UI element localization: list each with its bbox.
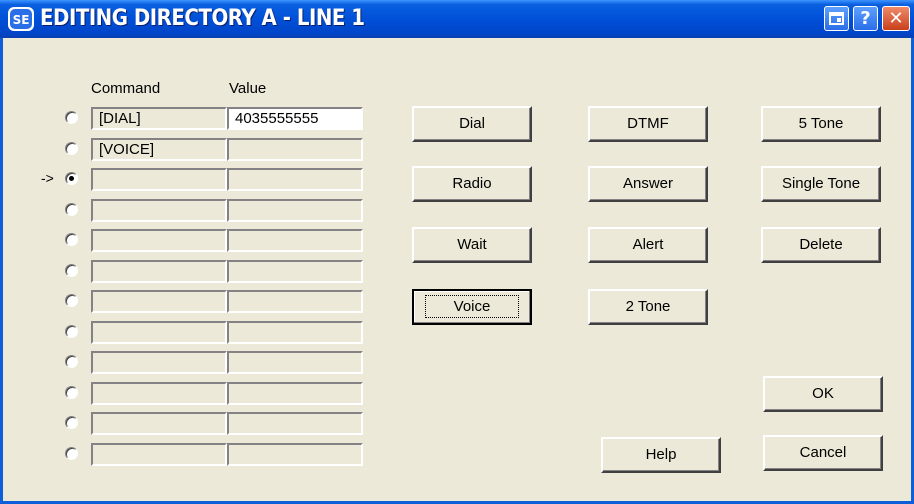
row-select-radio[interactable] — [65, 264, 78, 277]
command-cell[interactable] — [91, 382, 227, 405]
row-select-radio[interactable] — [65, 294, 78, 307]
dtmf-button[interactable]: DTMF — [588, 106, 708, 142]
value-cell[interactable] — [227, 412, 363, 435]
svg-text:SE: SE — [13, 13, 30, 27]
command-cell[interactable] — [91, 229, 227, 252]
two-tone-button[interactable]: 2 Tone — [588, 289, 708, 325]
help-button[interactable]: Help — [601, 437, 721, 473]
voice-button-label: Voice — [424, 295, 520, 318]
row-select-radio[interactable] — [65, 416, 78, 429]
cancel-button[interactable]: Cancel — [763, 435, 883, 471]
value-cell[interactable] — [227, 321, 363, 344]
five-tone-button[interactable]: 5 Tone — [761, 106, 881, 142]
restore-button[interactable] — [824, 6, 849, 31]
command-cell[interactable] — [91, 443, 227, 466]
row-select-radio[interactable] — [65, 233, 78, 246]
close-button[interactable]: ✕ — [882, 6, 910, 31]
window-title: EDITING DIRECTORY A - LINE 1 — [40, 6, 365, 31]
value-column-header: Value — [229, 80, 267, 97]
single-tone-button[interactable]: Single Tone — [761, 166, 881, 202]
row-select-radio[interactable] — [65, 203, 78, 216]
value-cell[interactable] — [227, 199, 363, 222]
command-cell[interactable] — [91, 199, 227, 222]
command-cell[interactable] — [91, 351, 227, 374]
row-select-radio[interactable] — [65, 172, 78, 185]
command-cell[interactable]: [VOICE] — [91, 138, 227, 161]
command-cell[interactable] — [91, 412, 227, 435]
value-cell[interactable] — [227, 351, 363, 374]
delete-button[interactable]: Delete — [761, 227, 881, 263]
restore-icon — [829, 12, 844, 25]
command-cell[interactable] — [91, 168, 227, 191]
voice-button[interactable]: Voice — [412, 289, 532, 325]
value-cell[interactable] — [227, 382, 363, 405]
app-icon: SE — [8, 7, 34, 31]
row-select-radio[interactable] — [65, 142, 78, 155]
ok-button[interactable]: OK — [763, 376, 883, 412]
row-select-radio[interactable] — [65, 111, 78, 124]
row-select-radio[interactable] — [65, 447, 78, 460]
value-cell[interactable] — [227, 168, 363, 191]
title-bar[interactable]: SE EDITING DIRECTORY A - LINE 1 ? ✕ — [0, 0, 914, 38]
radio-button[interactable]: Radio — [412, 166, 532, 202]
command-column-header: Command — [91, 80, 161, 97]
value-cell[interactable] — [227, 443, 363, 466]
value-cell[interactable] — [227, 229, 363, 252]
dial-button[interactable]: Dial — [412, 106, 532, 142]
value-cell[interactable]: 4035555555 — [227, 107, 363, 130]
command-cell[interactable] — [91, 290, 227, 313]
alert-button[interactable]: Alert — [588, 227, 708, 263]
wait-button[interactable]: Wait — [412, 227, 532, 263]
help-title-button[interactable]: ? — [853, 6, 878, 31]
editing-directory-window: SE EDITING DIRECTORY A - LINE 1 ? ✕ Comm… — [0, 0, 914, 504]
answer-button[interactable]: Answer — [588, 166, 708, 202]
selected-row-marker: -> — [41, 170, 54, 186]
value-cell[interactable] — [227, 138, 363, 161]
value-cell[interactable] — [227, 290, 363, 313]
command-cell[interactable]: [DIAL] — [91, 107, 227, 130]
value-cell[interactable] — [227, 260, 363, 283]
command-cell[interactable] — [91, 260, 227, 283]
row-select-radio[interactable] — [65, 325, 78, 338]
row-select-radio[interactable] — [65, 386, 78, 399]
command-cell[interactable] — [91, 321, 227, 344]
row-select-radio[interactable] — [65, 355, 78, 368]
